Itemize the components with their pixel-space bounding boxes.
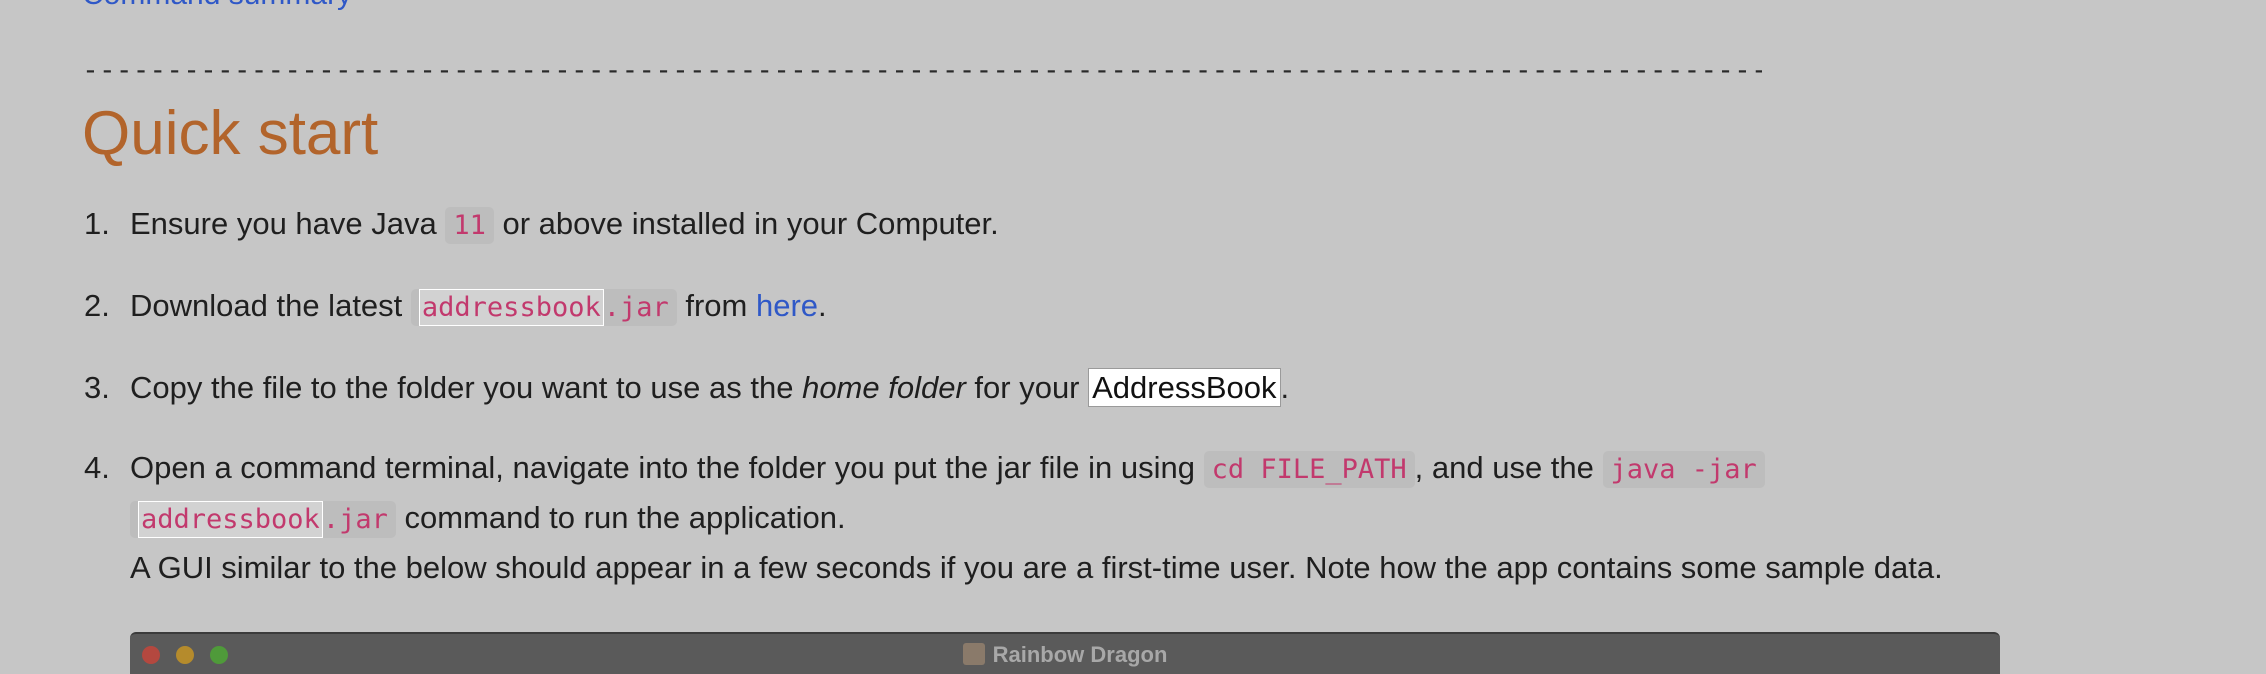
java-version-code: 11 <box>445 207 494 244</box>
step-text: command to run the application. <box>395 500 846 535</box>
step-number: 2. <box>84 288 110 323</box>
cd-command-code: cd FILE_PATH <box>1203 451 1415 488</box>
section-title: Quick start <box>82 99 379 168</box>
command-summary-link[interactable]: Command summary <box>82 0 352 12</box>
code-segment: .jar <box>322 504 388 535</box>
jar-filename-code: addressbook .jar <box>410 289 677 326</box>
step-text: from <box>676 288 756 323</box>
code-segment: .jar <box>603 292 669 323</box>
step-number: 3. <box>84 370 110 405</box>
highlighted-code-segment: addressbook <box>418 289 604 326</box>
step-text: . <box>818 288 827 323</box>
app-icon <box>962 643 985 665</box>
step-text: Ensure you have Java <box>130 206 446 241</box>
step-number: 1. <box>84 206 110 241</box>
step-text: , and use the <box>1414 450 1603 485</box>
horizontal-divider: ----------------------------------------… <box>82 53 1762 86</box>
step-text: for your <box>965 370 1089 405</box>
emphasis-text: home folder <box>802 370 966 405</box>
window-title: Rainbow Dragon <box>130 642 2000 668</box>
step-text: or above installed in your Computer. <box>493 206 999 241</box>
step-text: Copy the file to the folder you want to … <box>130 370 803 405</box>
highlighted-code-segment: addressbook <box>138 501 323 538</box>
step-number: 4. <box>84 450 110 485</box>
download-here-link[interactable]: here <box>756 288 818 323</box>
list-item: 3. Copy the file to the folder you want … <box>0 364 2010 412</box>
step-note: A GUI similar to the below should appear… <box>130 550 1943 585</box>
jar-filename-code: addressbook .jar <box>130 501 396 538</box>
quick-start-steps: 1. Ensure you have Java 11 or above inst… <box>0 200 2266 624</box>
list-item: 2. Download the latest addressbook .jar f… <box>0 282 2010 332</box>
step-text: Open a command terminal, navigate into t… <box>130 450 1204 485</box>
list-item: 4. Open a command terminal, navigate int… <box>0 444 2010 592</box>
highlighted-text: AddressBook <box>1088 368 1281 407</box>
step-text: Download the latest <box>130 288 411 323</box>
step-text: . <box>1280 370 1290 405</box>
window-title-text: Rainbow Dragon <box>992 642 1168 667</box>
java-jar-code: java -jar <box>1602 451 1765 488</box>
list-item: 1. Ensure you have Java 11 or above inst… <box>0 200 2010 250</box>
app-window-preview: Rainbow Dragon <box>130 632 2000 674</box>
